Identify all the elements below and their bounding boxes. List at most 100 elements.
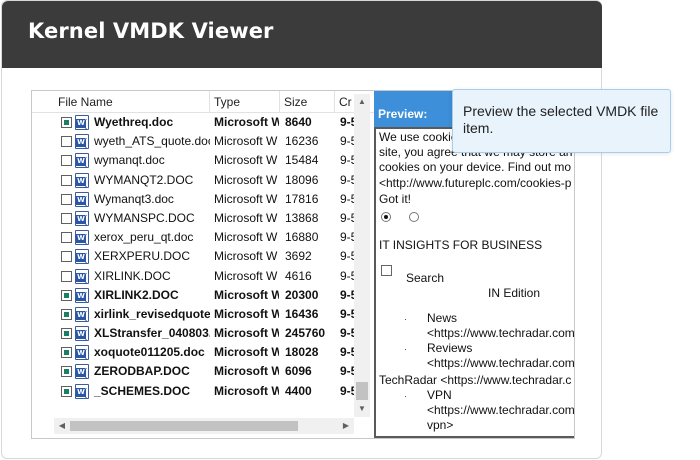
file-type-cell: Microsoft W	[214, 364, 279, 379]
preview-bullet: ·	[404, 314, 407, 324]
column-header-type[interactable]: Type	[210, 91, 280, 113]
horizontal-scrollbar[interactable]: ◀ ▶	[54, 418, 354, 434]
file-size-cell: 4400	[285, 383, 312, 398]
file-name-cell: XLStransfer_040803.c	[94, 326, 210, 341]
file-name-cell: XIRLINK2.DOC	[94, 287, 179, 302]
file-list-pane: File Name Type Size Cr Wyethreq.doc Micro…	[32, 91, 374, 438]
file-created-cell: 9-5	[340, 115, 354, 129]
row-checkbox[interactable]	[61, 328, 72, 340]
table-row[interactable]: XIRLINK.DOC Microsoft W 4616 9-5	[32, 267, 370, 286]
table-row[interactable]: xirlink_revisedquote Microsoft W 16436 9-5	[32, 305, 370, 324]
file-name-cell: ZERODBAP.DOC	[94, 364, 190, 379]
file-type-cell: Microsoft W	[214, 383, 279, 398]
file-type-cell: Microsoft W	[214, 172, 278, 187]
file-created-cell: 9-5	[340, 306, 354, 321]
word-document-icon	[75, 210, 89, 226]
file-size-cell: 16436	[285, 306, 319, 321]
file-size-cell: 245760	[285, 326, 326, 341]
vertical-scroll-thumb[interactable]	[356, 382, 368, 400]
file-name-cell: Wyethreq.doc	[94, 115, 174, 129]
row-checkbox[interactable]	[61, 385, 72, 397]
file-size-cell: 3692	[285, 249, 312, 264]
table-row[interactable]: ZERODBAP.DOC Microsoft W 6096 9-5	[32, 362, 370, 381]
table-row[interactable]: XIRLINK2.DOC Microsoft W 20300 9-5	[32, 286, 370, 305]
file-name-cell: wymanqt.doc	[94, 153, 165, 168]
row-checkbox[interactable]	[61, 347, 72, 359]
row-checkbox[interactable]	[61, 308, 72, 320]
file-created-cell: 9-5	[340, 345, 354, 360]
file-created-cell: 9-5	[340, 268, 354, 283]
table-row[interactable]: XERXPERU.DOC Microsoft W 3692 9-5	[32, 247, 370, 266]
file-type-cell: Microsoft W	[214, 191, 278, 206]
file-size-cell: 16236	[285, 134, 319, 149]
scroll-down-arrow-icon[interactable]: ▼	[354, 401, 370, 417]
row-checkbox[interactable]	[61, 193, 72, 205]
table-row[interactable]: Wyethreq.doc Microsoft W 8640 9-5	[32, 113, 370, 132]
column-header-file-name[interactable]: File Name	[54, 91, 210, 113]
preview-bullet: ·	[404, 344, 407, 354]
preview-line: <https://www.techradar.com	[427, 403, 575, 417]
vertical-scrollbar[interactable]: ▲ ▼	[354, 94, 370, 417]
preview-line: Search	[406, 271, 445, 285]
preview-checkbox[interactable]	[381, 265, 392, 276]
row-checkbox[interactable]	[61, 174, 72, 186]
preview-line: <http://www.futureplc.com/cookies-p	[379, 176, 572, 190]
file-created-cell: 9-5	[340, 191, 354, 206]
preview-content[interactable]: We use cookies site, you agree that we m…	[374, 127, 575, 438]
row-checkbox[interactable]	[61, 212, 72, 224]
word-document-icon	[75, 230, 89, 246]
horizontal-scroll-thumb[interactable]	[70, 421, 298, 431]
scroll-up-arrow-icon[interactable]: ▲	[354, 94, 370, 110]
row-checkbox[interactable]	[61, 232, 72, 244]
table-row[interactable]: xoquote011205.doc Microsoft W 18028 9-5	[32, 343, 370, 362]
file-created-cell: 9-5	[340, 210, 354, 225]
table-row[interactable]: Wymanqt3.doc Microsoft W 17816 9-5	[32, 190, 370, 209]
row-checkbox[interactable]	[61, 366, 72, 378]
preview-bullet: ·	[404, 391, 407, 401]
file-name-cell: xerox_peru_qt.doc	[94, 230, 194, 245]
table-row[interactable]: wyeth_ATS_quote.doc Microsoft W 16236 9-5	[32, 132, 370, 151]
preview-radio[interactable]	[409, 212, 419, 222]
row-checkbox[interactable]	[61, 270, 72, 282]
file-name-cell: xirlink_revisedquote	[94, 306, 210, 321]
file-created-cell: 9-5	[340, 172, 354, 187]
table-row[interactable]: xerox_peru_qt.doc Microsoft W 16880 9-5	[32, 228, 370, 247]
row-checkbox[interactable]	[61, 136, 72, 148]
table-row[interactable]: wymanqt.doc Microsoft W 15484 9-5	[32, 151, 370, 170]
file-name-cell: xoquote011205.doc	[94, 345, 205, 360]
file-name-cell: XERXPERU.DOC	[94, 249, 191, 264]
row-checkbox[interactable]	[61, 117, 72, 128]
table-row[interactable]: XLStransfer_040803.c Microsoft W 245760 9-5	[32, 324, 370, 343]
file-size-cell: 4616	[285, 268, 312, 283]
table-row[interactable]: _SCHEMES.DOC Microsoft W 4400 9-5	[32, 382, 370, 401]
preview-line: We use cookies	[379, 130, 464, 144]
preview-line: vpn>	[427, 418, 454, 432]
file-type-cell: Microsoft W	[214, 230, 278, 245]
file-type-cell: Microsoft W	[214, 115, 279, 129]
file-size-cell: 20300	[285, 287, 319, 302]
word-document-icon	[75, 153, 89, 169]
scroll-right-arrow-icon[interactable]: ▶	[338, 418, 354, 434]
file-type-cell: Microsoft W	[214, 249, 278, 264]
file-created-cell: 9-5	[340, 249, 354, 264]
file-name-cell: WYMANQT2.DOC	[94, 172, 194, 187]
scroll-left-arrow-icon[interactable]: ◀	[54, 418, 70, 434]
word-document-icon	[75, 268, 89, 284]
word-document-icon	[75, 364, 89, 380]
column-header-size[interactable]: Size	[280, 91, 335, 113]
preview-radio-selected[interactable]	[381, 212, 391, 222]
preview-line: <https://www.techradar.com	[427, 356, 575, 370]
app-title: Kernel VMDK Viewer	[28, 19, 274, 43]
tooltip-text: Preview the selected VMDK file item.	[463, 103, 659, 136]
word-document-icon	[75, 383, 89, 399]
table-row[interactable]: WYMANSPC.DOC Microsoft W 13868 9-5	[32, 209, 370, 228]
row-checkbox[interactable]	[61, 155, 72, 167]
file-type-cell: Microsoft W	[214, 153, 278, 168]
row-checkbox[interactable]	[61, 289, 72, 301]
file-created-cell: 9-5	[340, 134, 354, 149]
row-checkbox[interactable]	[61, 251, 72, 263]
preview-tooltip: Preview the selected VMDK file item.	[452, 89, 671, 153]
preview-line: <https://www.techradar.com	[427, 326, 575, 340]
preview-line: Reviews	[427, 341, 473, 355]
table-row[interactable]: WYMANQT2.DOC Microsoft W 18096 9-5	[32, 171, 370, 190]
